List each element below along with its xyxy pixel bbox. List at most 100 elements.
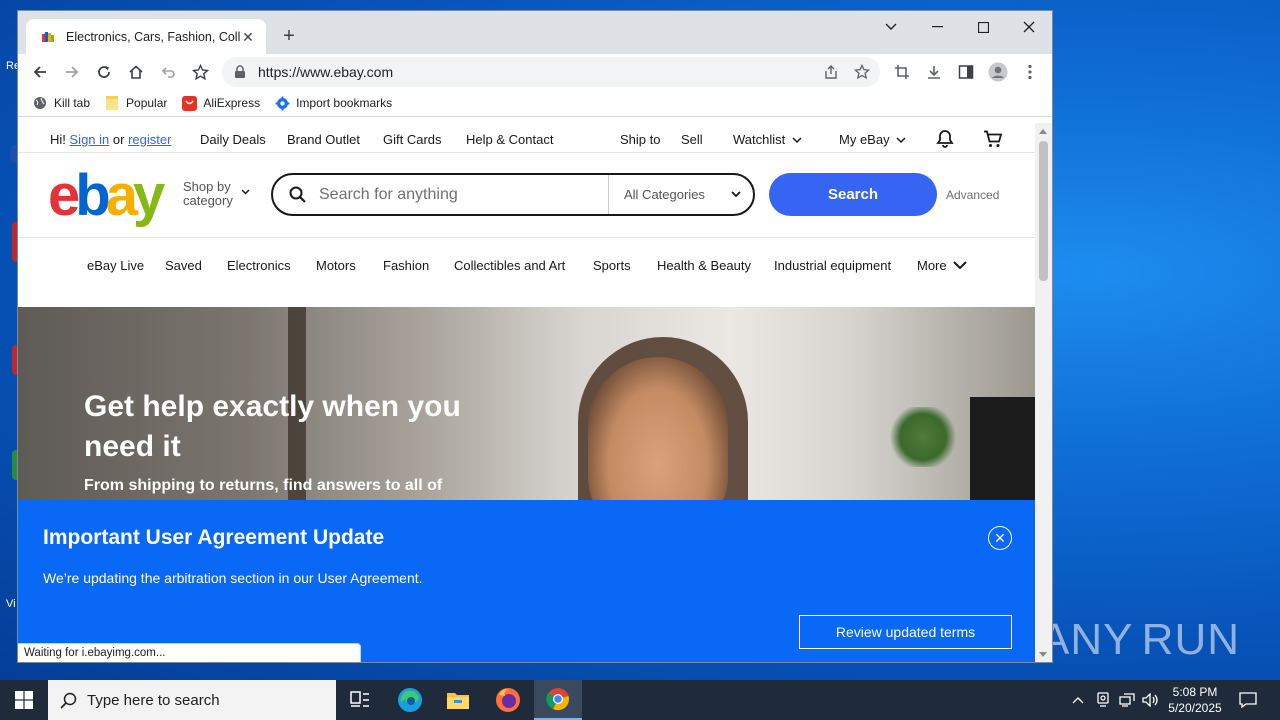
- volume-icon[interactable]: [1141, 680, 1161, 720]
- file-explorer-icon[interactable]: [434, 680, 482, 720]
- category-link[interactable]: eBay Live: [87, 258, 144, 273]
- watchlist-menu[interactable]: Watchlist: [733, 132, 802, 147]
- page-scrollbar[interactable]: [1035, 123, 1052, 662]
- notification-icon[interactable]: [1234, 680, 1262, 720]
- category-link[interactable]: Sports: [593, 258, 631, 273]
- taskbar: Type here to search 5:08 PM 5/20/2025: [0, 680, 1280, 720]
- start-button[interactable]: [0, 680, 48, 720]
- scroll-up-icon[interactable]: [1039, 129, 1047, 134]
- watchlist-label: Watchlist: [733, 132, 786, 147]
- shop-by-category-button[interactable]: Shop by category: [183, 180, 250, 208]
- menu-dots-icon[interactable]: [1020, 62, 1040, 82]
- chevron-down-icon: [241, 189, 250, 195]
- bookmark-import[interactable]: Import bookmarks: [274, 95, 392, 111]
- ebay-logo[interactable]: ebay: [48, 166, 165, 226]
- tab-search-icon[interactable]: [868, 11, 914, 43]
- tray-chevron-up-icon[interactable]: [1068, 680, 1088, 720]
- hero-person-face: [588, 357, 728, 507]
- lock-icon[interactable]: [234, 65, 250, 79]
- help-contact-link[interactable]: Help & Contact: [466, 132, 553, 147]
- new-tab-button[interactable]: +: [276, 23, 302, 49]
- register-link[interactable]: register: [128, 132, 171, 147]
- bookmark-popular[interactable]: Popular: [104, 95, 167, 111]
- category-link[interactable]: Motors: [316, 258, 356, 273]
- category-select[interactable]: All Categories: [608, 175, 753, 214]
- windows-logo-icon: [15, 691, 33, 709]
- page-viewport: Hi! Sign in or register Daily Deals Bran…: [18, 123, 1035, 662]
- ebay-header: ebay Shop by category All Categories Sea…: [18, 154, 1035, 238]
- maximize-button[interactable]: [960, 11, 1006, 43]
- watermark-any: ANY: [1040, 615, 1134, 664]
- star-icon[interactable]: [852, 62, 872, 82]
- hero-plant: [888, 407, 958, 467]
- minimize-button[interactable]: [914, 11, 960, 43]
- close-window-button[interactable]: [1006, 11, 1052, 43]
- bookmark-label: Popular: [126, 96, 168, 110]
- undo-icon[interactable]: [154, 58, 182, 86]
- browser-toolbar: https://www.ebay.com: [18, 54, 1052, 90]
- my-ebay-label: My eBay: [839, 132, 890, 147]
- cart-icon[interactable]: [983, 130, 1003, 148]
- edge-icon[interactable]: [386, 680, 434, 720]
- profile-avatar-icon[interactable]: [988, 62, 1008, 82]
- search-button[interactable]: Search: [769, 173, 937, 216]
- hero-monitor: [970, 397, 1035, 507]
- category-link[interactable]: Collectibles and Art: [454, 258, 565, 273]
- my-ebay-menu[interactable]: My eBay: [839, 132, 906, 147]
- search-icon: [60, 692, 77, 709]
- bell-icon[interactable]: [936, 129, 954, 148]
- side-panel-icon[interactable]: [956, 62, 976, 82]
- user-agreement-banner: Important User Agreement Update We’re up…: [18, 500, 1035, 662]
- back-button[interactable]: [26, 58, 54, 86]
- watermark-run: RUN: [1141, 615, 1240, 664]
- download-icon[interactable]: [924, 62, 944, 82]
- clock[interactable]: 5:08 PM 5/20/2025: [1160, 684, 1230, 716]
- review-terms-button[interactable]: Review updated terms: [799, 615, 1012, 649]
- ship-to-link[interactable]: Ship to: [620, 132, 660, 147]
- scrollbar-thumb[interactable]: [1039, 141, 1048, 281]
- reload-button[interactable]: [90, 58, 118, 86]
- bookmark-star-icon[interactable]: [186, 58, 214, 86]
- network-icon[interactable]: [1117, 680, 1137, 720]
- sell-link[interactable]: Sell: [681, 132, 703, 147]
- taskbar-search[interactable]: Type here to search: [48, 680, 336, 720]
- greeting-text: Hi! Sign in or register: [50, 132, 171, 147]
- more-categories-menu[interactable]: More: [917, 258, 967, 273]
- task-view-icon[interactable]: [336, 680, 384, 720]
- tab-close-icon[interactable]: ✕: [240, 29, 256, 45]
- globe-icon: [32, 95, 48, 111]
- forward-button[interactable]: [58, 58, 86, 86]
- bookmark-aliexpress[interactable]: AliExpress: [181, 95, 260, 111]
- banner-title: Important User Agreement Update: [43, 526, 385, 549]
- scroll-down-icon[interactable]: [1039, 652, 1047, 657]
- ebay-top-bar: Hi! Sign in or register Daily Deals Bran…: [18, 123, 1035, 153]
- home-button[interactable]: [122, 58, 150, 86]
- hero-banner[interactable]: Get help exactly when you need it From s…: [18, 307, 1035, 507]
- category-link[interactable]: Electronics: [227, 258, 291, 273]
- tab-strip: Electronics, Cars, Fashion, Collectibles…: [18, 11, 1052, 54]
- search-input[interactable]: [319, 185, 608, 204]
- daily-deals-link[interactable]: Daily Deals: [200, 132, 266, 147]
- category-link[interactable]: Saved: [165, 258, 202, 273]
- tray-device-icon[interactable]: [1093, 680, 1113, 720]
- tab-ebay[interactable]: Electronics, Cars, Fashion, Collectibles…: [26, 19, 266, 54]
- advanced-search-link[interactable]: Advanced: [946, 188, 999, 202]
- brand-outlet-link[interactable]: Brand Outlet: [287, 132, 360, 147]
- sign-in-link[interactable]: Sign in: [70, 132, 110, 147]
- firefox-icon[interactable]: [484, 680, 532, 720]
- url-text: https://www.ebay.com: [258, 64, 394, 80]
- ebay-favicon-icon: [40, 29, 56, 45]
- clock-time: 5:08 PM: [1172, 685, 1218, 699]
- chrome-icon[interactable]: [534, 680, 582, 720]
- share-icon[interactable]: [821, 62, 841, 82]
- address-bar[interactable]: https://www.ebay.com: [222, 57, 880, 87]
- status-bubble: Waiting for i.ebayimg.com...: [18, 643, 361, 662]
- aliexpress-icon: [181, 95, 197, 111]
- category-link[interactable]: Industrial equipment: [774, 258, 891, 273]
- banner-close-icon[interactable]: ✕: [988, 526, 1012, 550]
- category-link[interactable]: Health & Beauty: [657, 258, 751, 273]
- bookmark-kill-tab[interactable]: Kill tab: [32, 95, 90, 111]
- gift-cards-link[interactable]: Gift Cards: [383, 132, 442, 147]
- category-link[interactable]: Fashion: [383, 258, 429, 273]
- crop-icon[interactable]: [892, 62, 912, 82]
